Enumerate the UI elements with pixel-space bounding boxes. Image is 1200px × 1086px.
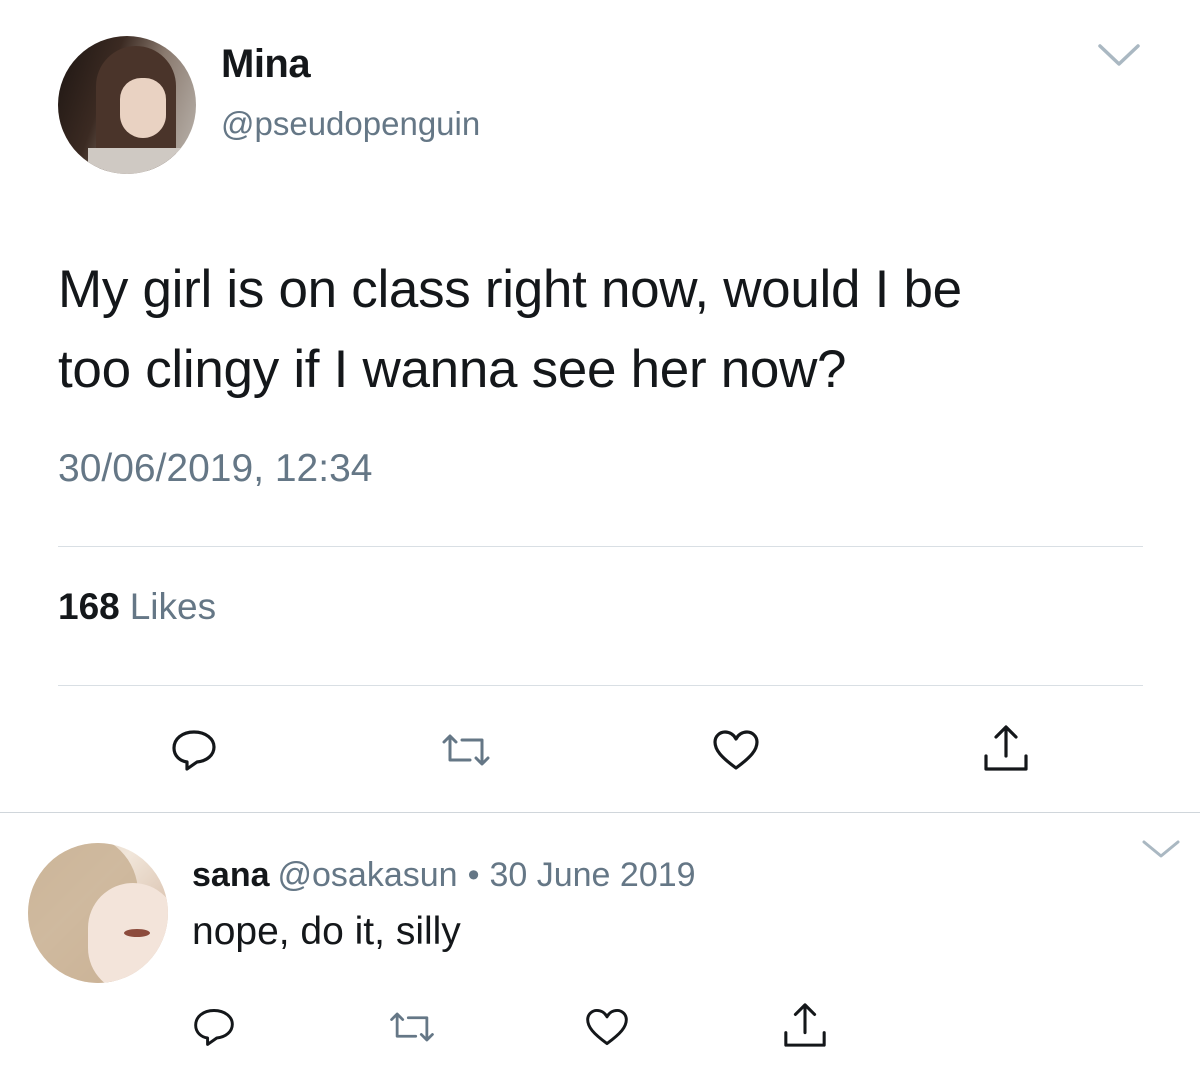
avatar[interactable] bbox=[58, 36, 196, 174]
reply-author-name[interactable]: sana bbox=[192, 856, 270, 894]
like-button[interactable] bbox=[711, 728, 761, 772]
main-tweet: Mina @pseudopenguin My girl is on class … bbox=[0, 0, 1200, 812]
divider bbox=[0, 812, 1200, 813]
share-icon bbox=[784, 1003, 826, 1047]
heart-icon bbox=[713, 730, 759, 770]
share-button[interactable] bbox=[782, 1000, 828, 1050]
reply-button[interactable] bbox=[192, 1006, 236, 1048]
tweet-text: My girl is on class right now, would I b… bbox=[58, 250, 1158, 410]
divider bbox=[58, 685, 1143, 686]
chevron-down-icon[interactable] bbox=[1140, 836, 1182, 862]
tweet-text-line: too clingy if I wanna see her now? bbox=[58, 340, 847, 399]
reply-button[interactable] bbox=[170, 728, 218, 772]
like-button[interactable] bbox=[584, 1006, 630, 1048]
retweet-button[interactable] bbox=[438, 730, 494, 770]
timestamp[interactable]: 30/06/2019, 12:34 bbox=[58, 447, 372, 491]
author-name[interactable]: Mina bbox=[221, 42, 311, 87]
avatar[interactable] bbox=[28, 843, 168, 983]
separator-dot: • bbox=[467, 856, 480, 894]
reply-header: sana @osakasun • 30 June 2019 bbox=[192, 856, 696, 895]
reply-icon bbox=[194, 1009, 234, 1046]
share-icon bbox=[984, 725, 1028, 771]
reply-date[interactable]: 30 June 2019 bbox=[489, 856, 695, 894]
reply-author-handle[interactable]: @osakasun bbox=[278, 856, 458, 894]
retweet-icon bbox=[442, 734, 490, 766]
retweet-icon bbox=[390, 1012, 434, 1042]
likes-count[interactable]: 168 Likes bbox=[58, 586, 216, 628]
like-label: Likes bbox=[129, 586, 217, 627]
tweet-text-line: My girl is on class right now, would I b… bbox=[58, 260, 962, 319]
chevron-down-icon[interactable] bbox=[1096, 40, 1142, 70]
author-handle[interactable]: @pseudopenguin bbox=[221, 105, 480, 143]
reply-text: nope, do it, silly bbox=[192, 910, 461, 953]
retweet-button[interactable] bbox=[386, 1008, 438, 1046]
share-button[interactable] bbox=[982, 722, 1030, 774]
divider bbox=[58, 546, 1143, 547]
like-number: 168 bbox=[58, 586, 120, 627]
reply-icon bbox=[172, 730, 216, 771]
heart-icon bbox=[586, 1008, 628, 1046]
